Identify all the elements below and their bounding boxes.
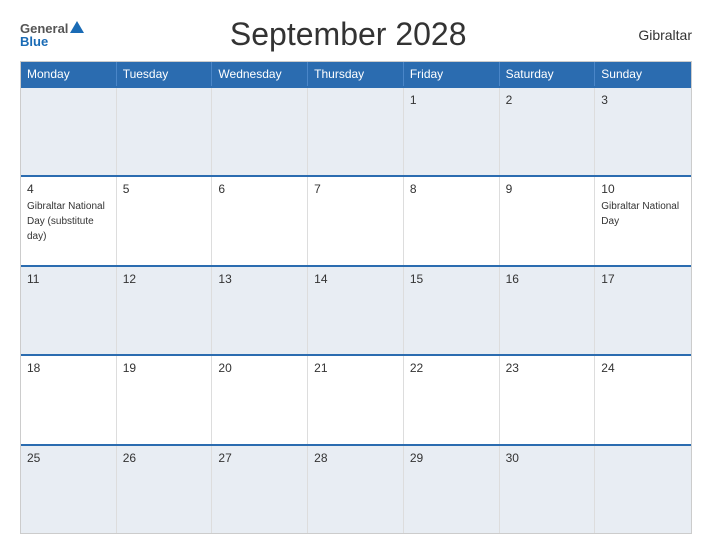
cell-date: 18 bbox=[27, 361, 110, 375]
calendar-cell: 13 bbox=[212, 267, 308, 354]
calendar-cell: 26 bbox=[117, 446, 213, 533]
cell-date: 27 bbox=[218, 451, 301, 465]
cell-date: 21 bbox=[314, 361, 397, 375]
calendar-cell: 3 bbox=[595, 88, 691, 175]
calendar-cell: 30 bbox=[500, 446, 596, 533]
cell-date: 16 bbox=[506, 272, 589, 286]
calendar-cell: 19 bbox=[117, 356, 213, 443]
cell-event: Gibraltar National Day (substitute day) bbox=[27, 201, 105, 242]
cell-date: 10 bbox=[601, 182, 685, 196]
cell-date: 1 bbox=[410, 93, 493, 107]
calendar-page: General Blue September 2028 Gibraltar Mo… bbox=[0, 0, 712, 550]
calendar-cell: 17 bbox=[595, 267, 691, 354]
calendar-cell bbox=[117, 88, 213, 175]
calendar-cell: 24 bbox=[595, 356, 691, 443]
day-header-wednesday: Wednesday bbox=[212, 62, 308, 86]
cell-date: 23 bbox=[506, 361, 589, 375]
day-header-friday: Friday bbox=[404, 62, 500, 86]
calendar-cell: 11 bbox=[21, 267, 117, 354]
cell-date: 6 bbox=[218, 182, 301, 196]
calendar-cell: 27 bbox=[212, 446, 308, 533]
calendar-cell: 23 bbox=[500, 356, 596, 443]
cell-date: 24 bbox=[601, 361, 685, 375]
week-row-3: 11 12 13 14 15 16 17 bbox=[21, 265, 691, 354]
cell-date: 3 bbox=[601, 93, 685, 107]
cell-date: 11 bbox=[27, 272, 110, 286]
calendar-cell: 14 bbox=[308, 267, 404, 354]
country-label: Gibraltar bbox=[612, 27, 692, 43]
cell-date: 9 bbox=[506, 182, 589, 196]
cell-date: 7 bbox=[314, 182, 397, 196]
cell-date: 20 bbox=[218, 361, 301, 375]
logo: General Blue bbox=[20, 21, 84, 48]
logo-blue: Blue bbox=[20, 35, 48, 48]
cell-date: 19 bbox=[123, 361, 206, 375]
cell-date: 25 bbox=[27, 451, 110, 465]
calendar-cell: 9 bbox=[500, 177, 596, 264]
cell-date: 13 bbox=[218, 272, 301, 286]
calendar-cell: 8 bbox=[404, 177, 500, 264]
calendar-cell: 25 bbox=[21, 446, 117, 533]
cell-date: 28 bbox=[314, 451, 397, 465]
calendar-cell: 5 bbox=[117, 177, 213, 264]
cell-date: 5 bbox=[123, 182, 206, 196]
calendar-cell: 10 Gibraltar National Day bbox=[595, 177, 691, 264]
calendar-header: General Blue September 2028 Gibraltar bbox=[20, 16, 692, 53]
day-headers-row: MondayTuesdayWednesdayThursdayFridaySatu… bbox=[21, 62, 691, 86]
calendar-cell: 29 bbox=[404, 446, 500, 533]
logo-general: General bbox=[20, 22, 68, 35]
day-header-saturday: Saturday bbox=[500, 62, 596, 86]
calendar-cell bbox=[595, 446, 691, 533]
calendar-cell: 7 bbox=[308, 177, 404, 264]
calendar-grid: MondayTuesdayWednesdayThursdayFridaySatu… bbox=[20, 61, 692, 534]
day-header-tuesday: Tuesday bbox=[117, 62, 213, 86]
day-header-sunday: Sunday bbox=[595, 62, 691, 86]
cell-date: 15 bbox=[410, 272, 493, 286]
month-title: September 2028 bbox=[84, 16, 612, 53]
cell-date: 30 bbox=[506, 451, 589, 465]
calendar-cell bbox=[21, 88, 117, 175]
calendar-cell: 12 bbox=[117, 267, 213, 354]
cell-date: 2 bbox=[506, 93, 589, 107]
week-row-2: 4 Gibraltar National Day (substitute day)… bbox=[21, 175, 691, 264]
calendar-cell: 1 bbox=[404, 88, 500, 175]
week-row-5: 25 26 27 28 29 30 bbox=[21, 444, 691, 533]
cell-event: Gibraltar National Day bbox=[601, 201, 679, 227]
weeks-container: 1234Gibraltar National Day (substitute d… bbox=[21, 86, 691, 533]
calendar-cell: 22 bbox=[404, 356, 500, 443]
calendar-cell: 18 bbox=[21, 356, 117, 443]
day-header-monday: Monday bbox=[21, 62, 117, 86]
cell-date: 8 bbox=[410, 182, 493, 196]
week-row-1: 123 bbox=[21, 86, 691, 175]
cell-date: 26 bbox=[123, 451, 206, 465]
logo-triangle-icon bbox=[70, 21, 84, 33]
week-row-4: 18 19 20 21 22 23 24 bbox=[21, 354, 691, 443]
calendar-cell: 4 Gibraltar National Day (substitute day) bbox=[21, 177, 117, 264]
cell-date: 29 bbox=[410, 451, 493, 465]
calendar-cell: 15 bbox=[404, 267, 500, 354]
calendar-cell: 6 bbox=[212, 177, 308, 264]
calendar-cell bbox=[212, 88, 308, 175]
calendar-cell: 28 bbox=[308, 446, 404, 533]
cell-date: 12 bbox=[123, 272, 206, 286]
cell-date: 14 bbox=[314, 272, 397, 286]
calendar-cell: 2 bbox=[500, 88, 596, 175]
cell-date: 22 bbox=[410, 361, 493, 375]
calendar-cell: 21 bbox=[308, 356, 404, 443]
cell-date: 17 bbox=[601, 272, 685, 286]
calendar-cell: 16 bbox=[500, 267, 596, 354]
calendar-cell: 20 bbox=[212, 356, 308, 443]
calendar-cell bbox=[308, 88, 404, 175]
cell-date: 4 bbox=[27, 182, 110, 196]
day-header-thursday: Thursday bbox=[308, 62, 404, 86]
